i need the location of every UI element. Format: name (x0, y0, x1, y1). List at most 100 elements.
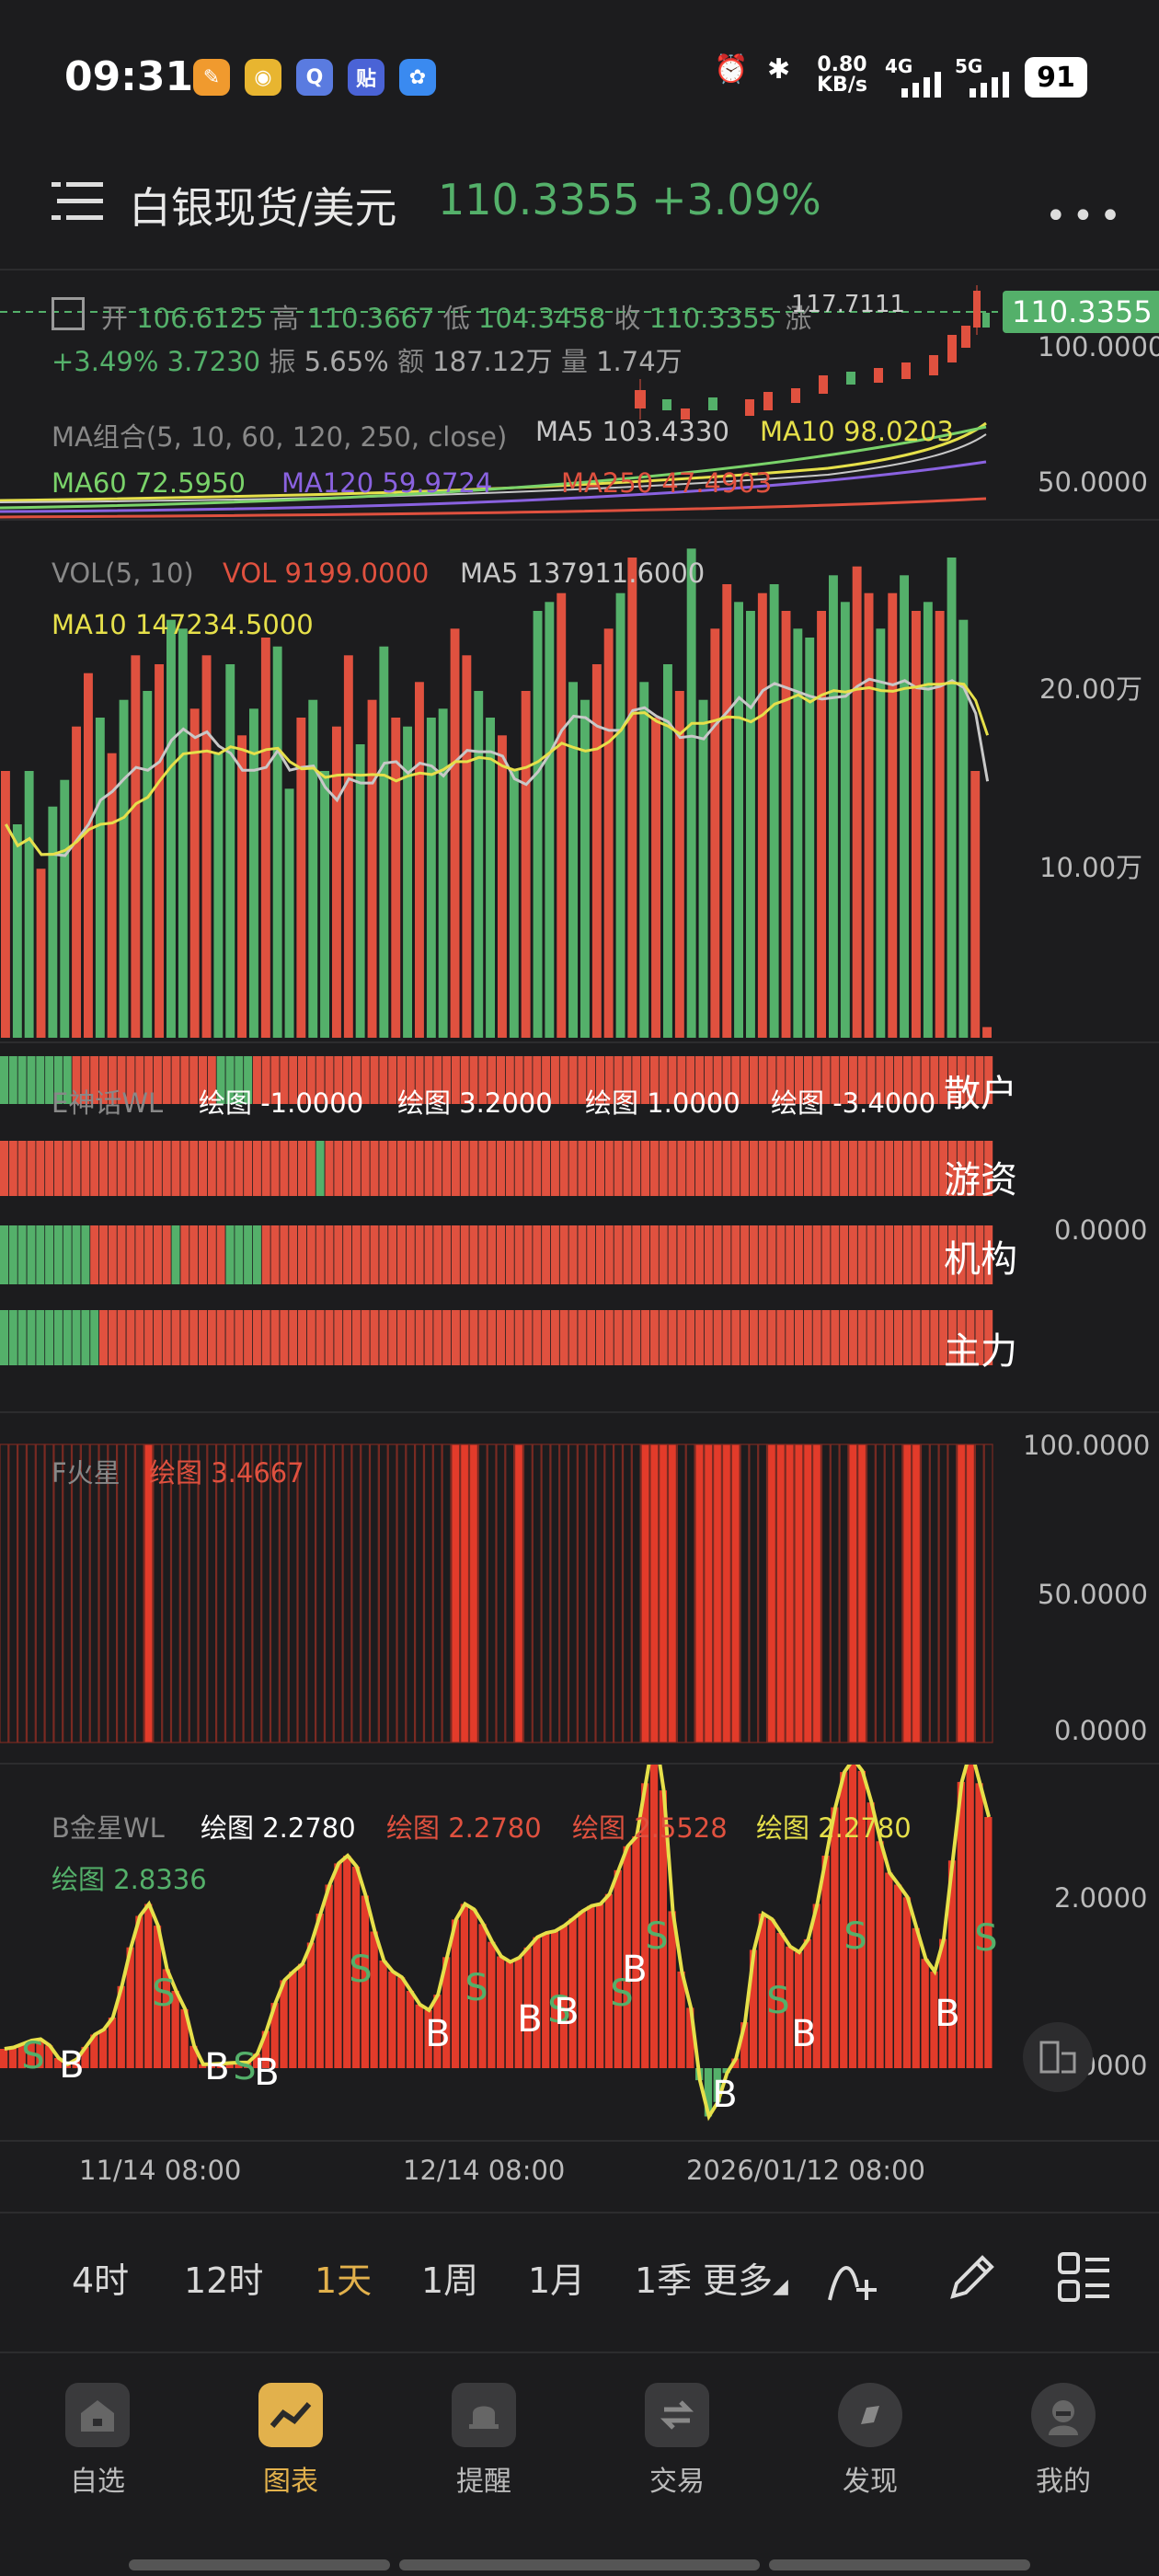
e-cell (550, 1310, 559, 1365)
b-bar (325, 1884, 333, 2068)
e-title[interactable]: E神话WL (52, 1082, 163, 1121)
b-bar (614, 1869, 622, 2068)
nav-discover[interactable]: 发现 (806, 2383, 935, 2499)
volume-bar (557, 592, 567, 1038)
instrument-title[interactable]: 白银现货/美元 (129, 175, 397, 236)
sell-marker: S (233, 2046, 256, 2088)
b-title[interactable]: B金星WL (52, 1807, 165, 1846)
timeframe-1mo[interactable]: 1月 (528, 2252, 585, 2303)
menu-icon[interactable] (52, 178, 107, 226)
landscape-toggle-icon[interactable] (1023, 2022, 1093, 2092)
current-price-tag: 110.3355 (1003, 291, 1159, 333)
timeframe-4h[interactable]: 4时 (72, 2252, 129, 2303)
bluetooth-icon: ✱ (767, 53, 791, 86)
ma-title[interactable]: MA组合(5, 10, 60, 120, 250, close) (52, 416, 507, 454)
e-cell (27, 1141, 36, 1196)
b-value-2: 绘图 2.2780 (386, 1812, 542, 1844)
f-title[interactable]: F火星 (52, 1452, 120, 1490)
e-cell (63, 1310, 72, 1365)
volume-bar (722, 584, 732, 1038)
e-cell (379, 1141, 388, 1196)
e-cell (0, 1141, 8, 1196)
e-cell (514, 1141, 523, 1196)
timeframe-1d[interactable]: 1天 (315, 2252, 372, 2303)
e-cell (776, 1225, 786, 1284)
volume-bar (36, 868, 46, 1038)
timeframe-more[interactable]: 更多◢ (703, 2252, 788, 2303)
e-cell (840, 1310, 849, 1365)
b-value-1: 绘图 2.2780 (201, 1812, 356, 1844)
layout-grid-icon[interactable] (1056, 2250, 1111, 2306)
e-cell (478, 1310, 488, 1365)
nav-alerts[interactable]: 提醒 (419, 2383, 548, 2499)
e-cell (45, 1310, 54, 1365)
volume-bar (864, 592, 874, 1038)
draw-pencil-icon[interactable] (944, 2250, 999, 2306)
buy-marker: B (254, 2052, 279, 2094)
e-cell (695, 1310, 704, 1365)
volume-bar (320, 771, 329, 1038)
toggle-info-icon[interactable] (52, 297, 85, 330)
timeframe-1w[interactable]: 1周 (421, 2252, 478, 2303)
more-options-icon[interactable]: ••• (1045, 195, 1127, 237)
e-cell (261, 1310, 270, 1365)
e-cell (270, 1310, 280, 1365)
e-cell (162, 1225, 171, 1284)
e-cell (885, 1225, 894, 1284)
f-bar (649, 1443, 660, 1743)
e-cell (306, 1310, 316, 1365)
e-cell (848, 1310, 857, 1365)
e-cell (153, 1225, 162, 1284)
f-bar (505, 1443, 515, 1743)
e-cell (17, 1310, 27, 1365)
e-cell (686, 1310, 695, 1365)
e-cell (497, 1310, 505, 1365)
e-cell (406, 1225, 415, 1284)
timeframe-12h[interactable]: 12时 (184, 2252, 263, 2303)
e-cell (53, 1225, 63, 1284)
nav-trade[interactable]: 交易 (613, 2383, 741, 2499)
gesture-bar-right (769, 2559, 1030, 2570)
timeframe-1q[interactable]: 1季 (635, 2252, 692, 2303)
b-bar (8, 2047, 17, 2068)
user-icon (1031, 2383, 1096, 2447)
nav-charts[interactable]: 图表 (226, 2383, 355, 2499)
vol-axis-mid: 10.00万 (1039, 852, 1143, 883)
volume-bar (545, 602, 555, 1038)
e-cell (244, 1225, 253, 1284)
e-cell (442, 1225, 452, 1284)
e-cell (776, 1141, 786, 1196)
e-cell (171, 1056, 180, 1104)
volume-bar (438, 708, 448, 1038)
e-cell (578, 1225, 587, 1284)
nav-profile[interactable]: 我的 (999, 2383, 1128, 2499)
indicator-add-icon[interactable] (824, 2250, 879, 2306)
e-cell (632, 1141, 641, 1196)
e-cell (930, 1310, 939, 1365)
f-bar (586, 1443, 596, 1743)
volume-bar (900, 575, 909, 1038)
e-value-4: 绘图 -3.4000 (771, 1087, 936, 1119)
e-cell (45, 1225, 54, 1284)
e-cell (17, 1141, 27, 1196)
nav-label: 我的 (1036, 2466, 1091, 2498)
e-cell (831, 1310, 840, 1365)
e-cell (244, 1141, 253, 1196)
volume-bar (260, 638, 270, 1038)
e-cell (812, 1141, 821, 1196)
e-cell (99, 1310, 108, 1365)
e-cell (334, 1310, 343, 1365)
volume-bar (674, 691, 684, 1038)
e-cell (36, 1225, 45, 1284)
b-bar (397, 1977, 406, 2068)
e-cell (117, 1141, 126, 1196)
e-cell (731, 1141, 740, 1196)
volume-chart[interactable] (0, 521, 1159, 1041)
e-cell (424, 1310, 433, 1365)
buy-marker: B (935, 1993, 959, 2035)
vol-title[interactable]: VOL(5, 10) (52, 558, 194, 589)
nav-watchlist[interactable]: 自选 (33, 2383, 162, 2499)
alarm-icon: ⏰ (714, 53, 749, 86)
f-bar (604, 1443, 614, 1743)
f-bar (387, 1443, 397, 1743)
